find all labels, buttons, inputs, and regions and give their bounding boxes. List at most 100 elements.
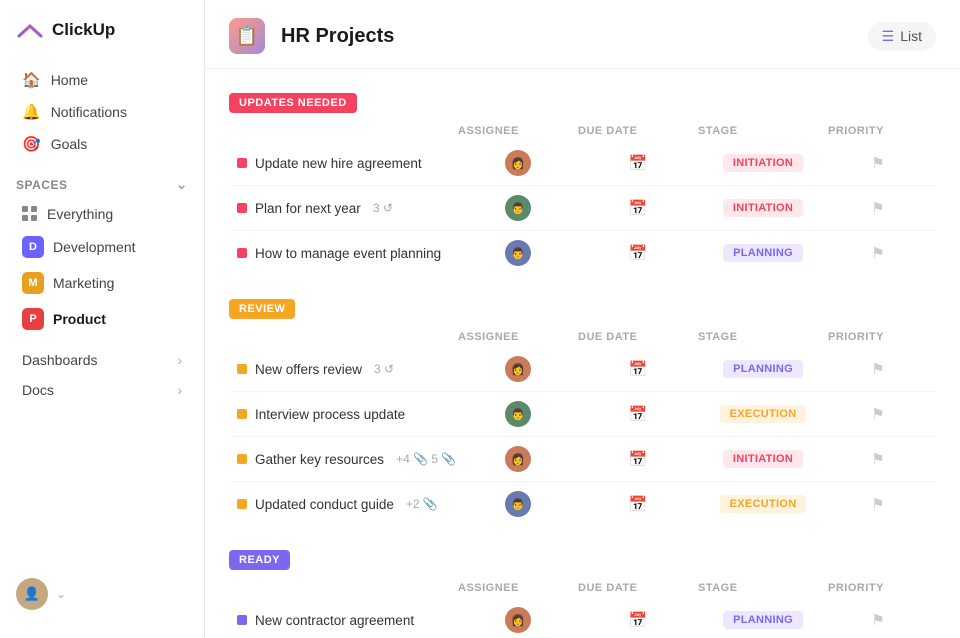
section-header-review: REVIEW xyxy=(229,299,936,319)
task-text: Gather key resources xyxy=(255,452,384,467)
date-cell: 📅 xyxy=(578,450,698,468)
task-text: New offers review xyxy=(255,362,362,377)
sidebar-nav-notifications[interactable]: 🔔 Notifications xyxy=(6,96,198,128)
assignee-cell: 👨 xyxy=(458,195,578,221)
calendar-icon: 📅 xyxy=(629,360,648,378)
logo[interactable]: ClickUp xyxy=(0,16,204,64)
development-label: Development xyxy=(53,239,136,255)
avatar: 👨 xyxy=(505,491,531,517)
flag-icon: ⚑ xyxy=(871,199,884,217)
table-row[interactable]: New offers review 3 ↺ 👩 📅 PLANNING ⚑ xyxy=(229,347,936,392)
stage-cell: PLANNING xyxy=(698,360,828,378)
priority-cell: ⚑ xyxy=(828,405,928,423)
priority-cell: ⚑ xyxy=(828,360,928,378)
list-view-tab[interactable]: ☰ List xyxy=(868,22,936,51)
assignee-cell: 👨 xyxy=(458,401,578,427)
section-review: REVIEW ASSIGNEE DUE DATE STAGE PRIORITY … xyxy=(229,299,936,526)
stage-badge: INITIATION xyxy=(723,199,803,217)
dashboards-item[interactable]: Dashboards › xyxy=(6,345,198,375)
priority-cell: ⚑ xyxy=(828,495,928,513)
table-row[interactable]: New contractor agreement 👩 📅 PLANNING ⚑ xyxy=(229,598,936,638)
table-header-updates: ASSIGNEE DUE DATE STAGE PRIORITY xyxy=(229,125,936,141)
stage-badge: INITIATION xyxy=(723,450,803,468)
flag-icon: ⚑ xyxy=(871,611,884,629)
col-due-date: DUE DATE xyxy=(578,331,698,343)
priority-cell: ⚑ xyxy=(828,154,928,172)
stage-badge: EXECUTION xyxy=(720,405,807,423)
assignee-cell: 👩 xyxy=(458,607,578,633)
col-priority: PRIORITY xyxy=(828,125,928,137)
task-name: Update new hire agreement xyxy=(237,156,458,171)
app-name: ClickUp xyxy=(52,20,115,40)
clickup-logo-icon xyxy=(16,16,44,44)
chevron-right-icon: › xyxy=(177,382,182,398)
goals-label: Goals xyxy=(51,136,88,152)
goals-icon: 🎯 xyxy=(22,135,41,153)
sidebar-nav-home[interactable]: 🏠 Home xyxy=(6,64,198,96)
product-dot: P xyxy=(22,308,44,330)
stage-cell: EXECUTION xyxy=(698,405,828,423)
task-text: How to manage event planning xyxy=(255,246,441,261)
table-row[interactable]: Update new hire agreement 👩 📅 INITIATION… xyxy=(229,141,936,186)
date-cell: 📅 xyxy=(578,405,698,423)
col-assignee: ASSIGNEE xyxy=(458,582,578,594)
date-cell: 📅 xyxy=(578,244,698,262)
flag-icon: ⚑ xyxy=(871,405,884,423)
sidebar: ClickUp 🏠 Home 🔔 Notifications 🎯 Goals S… xyxy=(0,0,205,638)
home-icon: 🏠 xyxy=(22,71,41,89)
task-dot-red xyxy=(237,203,247,213)
date-cell: 📅 xyxy=(578,199,698,217)
sidebar-item-development[interactable]: D Development xyxy=(6,229,198,265)
table-row[interactable]: Plan for next year 3 ↺ 👨 📅 INITIATION ⚑ xyxy=(229,186,936,231)
task-text: New contractor agreement xyxy=(255,613,414,628)
col-priority: PRIORITY xyxy=(828,331,928,343)
sidebar-item-marketing[interactable]: M Marketing xyxy=(6,265,198,301)
avatar: 👨 xyxy=(505,401,531,427)
task-dot-yellow xyxy=(237,409,247,419)
section-updates-needed: UPDATES NEEDED ASSIGNEE DUE DATE STAGE P… xyxy=(229,93,936,275)
table-row[interactable]: How to manage event planning 👨 📅 PLANNIN… xyxy=(229,231,936,275)
avatar: 👩 xyxy=(505,356,531,382)
sidebar-item-everything[interactable]: Everything xyxy=(6,199,198,229)
marketing-dot: M xyxy=(22,272,44,294)
assignee-cell: 👨 xyxy=(458,491,578,517)
product-label: Product xyxy=(53,311,106,327)
stage-badge: INITIATION xyxy=(723,154,803,172)
task-name: Plan for next year 3 ↺ xyxy=(237,201,458,216)
task-dot-purple xyxy=(237,615,247,625)
avatar: 👩 xyxy=(505,446,531,472)
main-header: 📋 HR Projects ☰ List xyxy=(205,0,960,69)
task-name: Gather key resources +4 📎 5 📎 xyxy=(237,452,458,467)
sidebar-item-product[interactable]: P Product xyxy=(6,301,198,337)
assignee-cell: 👨 xyxy=(458,240,578,266)
calendar-icon: 📅 xyxy=(629,199,648,217)
col-assignee: ASSIGNEE xyxy=(458,331,578,343)
avatar: 👨 xyxy=(505,240,531,266)
table-row[interactable]: Gather key resources +4 📎 5 📎 👩 📅 INITIA… xyxy=(229,437,936,482)
priority-cell: ⚑ xyxy=(828,450,928,468)
task-meta: 3 ↺ xyxy=(374,362,394,376)
task-dot-red xyxy=(237,248,247,258)
chevron-down-icon[interactable]: ⌄ xyxy=(176,176,188,193)
task-dot-yellow xyxy=(237,499,247,509)
col-stage: STAGE xyxy=(698,582,828,594)
sidebar-footer: 👤 ⌄ xyxy=(0,566,204,622)
sidebar-nav-goals[interactable]: 🎯 Goals xyxy=(6,128,198,160)
user-avatar[interactable]: 👤 xyxy=(16,578,48,610)
col-stage: STAGE xyxy=(698,331,828,343)
stage-cell: EXECUTION xyxy=(698,495,828,513)
date-cell: 📅 xyxy=(578,360,698,378)
col-due-date: DUE DATE xyxy=(578,125,698,137)
stage-cell: INITIATION xyxy=(698,154,828,172)
table-row[interactable]: Updated conduct guide +2 📎 👨 📅 EXECUTION… xyxy=(229,482,936,526)
calendar-icon: 📅 xyxy=(629,495,648,513)
list-icon: ☰ xyxy=(882,28,895,45)
main-content-area: 📋 HR Projects ☰ List UPDATES NEEDED ASSI… xyxy=(205,0,960,638)
review-badge: REVIEW xyxy=(229,299,295,319)
table-row[interactable]: Interview process update 👨 📅 EXECUTION ⚑ xyxy=(229,392,936,437)
everything-label: Everything xyxy=(47,206,113,222)
stage-cell: INITIATION xyxy=(698,450,828,468)
flag-icon: ⚑ xyxy=(871,360,884,378)
project-icon: 📋 xyxy=(229,18,265,54)
docs-item[interactable]: Docs › xyxy=(6,375,198,405)
